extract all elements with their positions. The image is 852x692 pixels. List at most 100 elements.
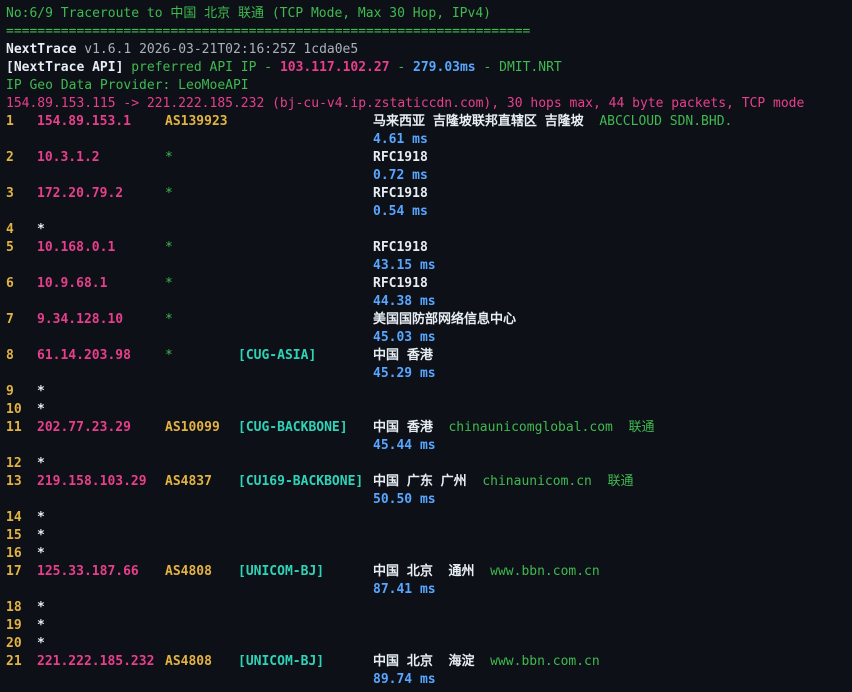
hop-ip: 219.158.103.29: [37, 474, 147, 489]
hop-timeout: *: [37, 402, 45, 417]
hop-geo: 中国 北京 海淀 www.bbn.com.cn: [373, 653, 600, 671]
hop-timeout: *: [37, 222, 45, 237]
hop-rtt: 45.03 ms: [373, 330, 436, 345]
hop-asn: *: [165, 312, 173, 327]
hop-asn: *: [165, 150, 173, 165]
hop-row: 20 *: [0, 635, 852, 653]
hop-rtt: 45.44 ms: [373, 438, 436, 453]
hop-timeout: *: [37, 456, 45, 471]
hop-row: 16 *: [0, 545, 852, 563]
hop-geo-location: 中国 北京 通州: [373, 564, 475, 579]
hop-row: 10 *: [0, 401, 852, 419]
hop-row: 8 61.14.203.98 * [CUG-ASIA] 中国 香港: [0, 347, 852, 365]
hop-number: 17: [6, 564, 22, 579]
hop-rtt-row: 45.03 ms: [0, 329, 852, 347]
hop-asn: *: [165, 348, 173, 363]
hop-asn: AS4808: [165, 564, 212, 579]
api-ip: 103.117.102.27: [279, 60, 390, 75]
hop-geo: 美国国防部网络信息中心: [373, 311, 516, 329]
hop-row: 14 *: [0, 509, 852, 527]
hop-timeout: *: [37, 600, 45, 615]
hop-rtt-row: 50.50 ms: [0, 491, 852, 509]
hop-ip: 61.14.203.98: [37, 348, 131, 363]
hop-row: 13 219.158.103.29 AS4837 [CU169-BACKBONE] 中国…: [0, 473, 852, 491]
hop-rtt-row: 87.41 ms: [0, 581, 852, 599]
hop-timeout: *: [37, 528, 45, 543]
hop-timeout: *: [37, 384, 45, 399]
hop-geo-location: RFC1918: [373, 150, 428, 165]
hop-geo-location: 中国 香港: [373, 348, 433, 363]
hop-rtt: 44.38 ms: [373, 294, 436, 309]
hop-rtt-row: 89.74 ms: [0, 671, 852, 689]
title-line: No:6/9 Traceroute to 中国 北京 联通 (TCP Mode,…: [6, 6, 491, 21]
hop-number: 10: [6, 402, 22, 417]
hop-number: 8: [6, 348, 14, 363]
hop-geo-location: RFC1918: [373, 186, 428, 201]
hop-row: 3 172.20.79.2 * RFC1918: [0, 185, 852, 203]
hop-asn: AS139923: [165, 114, 228, 129]
hop-number: 13: [6, 474, 22, 489]
version-line: NextTrace v1.6.1 2026-03-21T02:16:25Z 1c…: [6, 41, 358, 59]
hop-geo: 中国 香港: [373, 347, 433, 365]
hop-ip: 10.168.0.1: [37, 240, 116, 255]
hop-rtt-row: 43.15 ms: [0, 257, 852, 275]
hop-ip: 9.34.128.10: [37, 312, 124, 327]
hop-timeout: *: [37, 510, 45, 525]
hop-number: 11: [6, 420, 22, 435]
hop-geo-location: 中国 香港: [373, 420, 433, 435]
hop-geo: 中国 北京 通州 www.bbn.com.cn: [373, 563, 600, 581]
hop-number: 15: [6, 528, 22, 543]
hop-geo-location: RFC1918: [373, 276, 428, 291]
hop-asn: *: [165, 240, 173, 255]
hop-row: 7 9.34.128.10 * 美国国防部网络信息中心: [0, 311, 852, 329]
hop-geo-location: 美国国防部网络信息中心: [373, 312, 517, 327]
hop-geo: RFC1918: [373, 185, 428, 203]
hop-geo: 中国 香港 chinaunicomglobal.com 联通: [373, 419, 655, 437]
hop-row: 21 221.222.185.232 AS4808 [UNICOM-BJ] 中国 北京 …: [0, 653, 852, 671]
hop-geo: RFC1918: [373, 239, 428, 257]
api-node: - DMIT.NRT: [475, 60, 562, 75]
hop-timeout: *: [37, 618, 45, 633]
app-version: v1.6.1 2026-03-21T02:16:25Z 1cda0e5: [76, 42, 359, 57]
hop-geo-location: 马来西亚 吉隆坡联邦直辖区 吉隆坡: [373, 114, 584, 129]
hop-number: 20: [6, 636, 22, 651]
hop-network-tag: [CUG-ASIA]: [238, 348, 317, 363]
api-pref: preferred API IP -: [123, 60, 280, 75]
hop-number: 4: [6, 222, 14, 237]
terminal-window[interactable]: No:6/9 Traceroute to 中国 北京 联通 (TCP Mode,…: [0, 0, 852, 692]
hop-rtt-row: 4.61 ms: [0, 131, 852, 149]
hop-network-tag: [CU169-BACKBONE]: [238, 474, 364, 489]
hop-timeout: *: [37, 636, 45, 651]
hop-row: 17 125.33.187.66 AS4808 [UNICOM-BJ] 中国 北京 通州…: [0, 563, 852, 581]
hop-number: 9: [6, 384, 14, 399]
hop-geo: RFC1918: [373, 149, 428, 167]
hop-ip: 10.3.1.2: [37, 150, 100, 165]
api-label: [NextTrace API]: [6, 60, 124, 75]
hop-timeout: *: [37, 546, 45, 561]
geo-provider-line: IP Geo Data Provider: LeoMoeAPI: [6, 78, 249, 93]
hop-ip: 10.9.68.1: [37, 276, 108, 291]
hop-geo: 马来西亚 吉隆坡联邦直辖区 吉隆坡 ABCCLOUD SDN.BHD.: [373, 113, 732, 131]
hop-network-tag: [UNICOM-BJ]: [238, 564, 325, 579]
hop-asn: AS4808: [165, 654, 212, 669]
hop-ip: 172.20.79.2: [37, 186, 124, 201]
hop-row: 15 *: [0, 527, 852, 545]
hop-geo-location: RFC1918: [373, 240, 428, 255]
hop-number: 7: [6, 312, 14, 327]
hop-ip: 221.222.185.232: [37, 654, 155, 669]
hop-geo: 中国 广东 广州 chinaunicom.cn 联通: [373, 473, 634, 491]
hop-row: 19 *: [0, 617, 852, 635]
hop-asn: AS4837: [165, 474, 212, 489]
hop-row: 5 10.168.0.1 * RFC1918: [0, 239, 852, 257]
hop-rtt: 4.61 ms: [373, 132, 428, 147]
hop-rtt-row: 45.44 ms: [0, 437, 852, 455]
api-dash: -: [389, 60, 414, 75]
hop-rtt: 89.74 ms: [373, 672, 436, 687]
hop-number: 21: [6, 654, 22, 669]
api-line: [NextTrace API] preferred API IP - 103.1…: [6, 59, 562, 77]
app-name: NextTrace: [6, 42, 77, 57]
hop-owner: www.bbn.com.cn: [490, 654, 600, 669]
hop-rtt: 50.50 ms: [373, 492, 436, 507]
hop-number: 16: [6, 546, 22, 561]
hop-geo-location: 中国 北京 海淀: [373, 654, 475, 669]
